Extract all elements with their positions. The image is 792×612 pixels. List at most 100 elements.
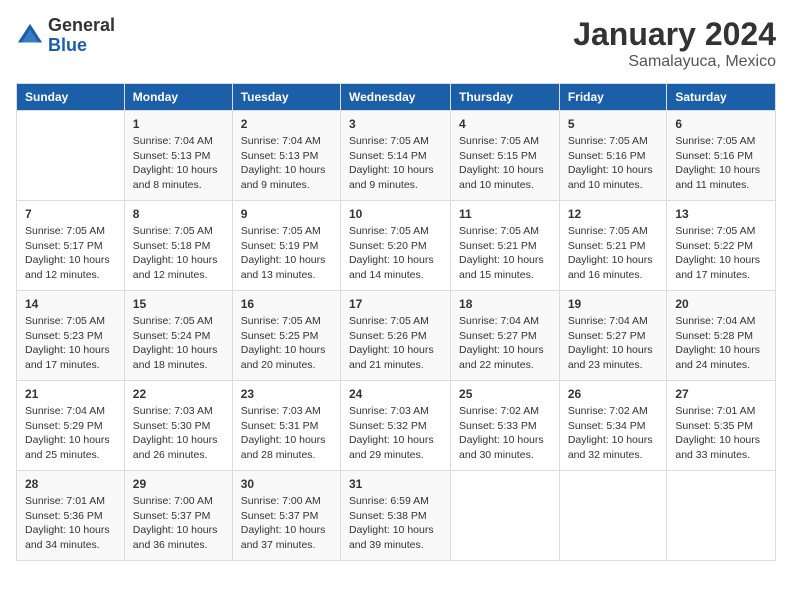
day-info: Sunrise: 7:04 AMSunset: 5:29 PMDaylight:… bbox=[25, 404, 116, 463]
day-number: 11 bbox=[459, 207, 551, 221]
logo-icon bbox=[16, 22, 44, 50]
calendar-cell: 7Sunrise: 7:05 AMSunset: 5:17 PMDaylight… bbox=[17, 201, 125, 291]
week-row-3: 14Sunrise: 7:05 AMSunset: 5:23 PMDayligh… bbox=[17, 291, 776, 381]
day-info: Sunrise: 7:04 AMSunset: 5:27 PMDaylight:… bbox=[568, 314, 659, 373]
calendar-cell bbox=[559, 471, 667, 561]
day-number: 12 bbox=[568, 207, 659, 221]
header-monday: Monday bbox=[124, 84, 232, 111]
calendar-cell: 1 Sunrise: 7:04 AMSunset: 5:13 PMDaylight… bbox=[124, 111, 232, 201]
day-number: 6 bbox=[675, 117, 767, 131]
day-info: Sunrise: 7:02 AMSunset: 5:34 PMDaylight:… bbox=[568, 404, 659, 463]
day-number: 5 bbox=[568, 117, 659, 131]
day-info: Sunrise: 7:03 AMSunset: 5:32 PMDaylight:… bbox=[349, 404, 442, 463]
calendar-cell: 30 Sunrise: 7:00 AMSunset: 5:37 PMDayligh… bbox=[232, 471, 340, 561]
day-number: 10 bbox=[349, 207, 442, 221]
calendar-cell: 15Sunrise: 7:05 AMSunset: 5:24 PMDayligh… bbox=[124, 291, 232, 381]
day-number: 18 bbox=[459, 297, 551, 311]
day-info: Sunrise: 7:04 AMSunset: 5:13 PMDaylight:… bbox=[241, 134, 332, 193]
day-info: Sunrise: 7:05 AMSunset: 5:22 PMDaylight:… bbox=[675, 224, 767, 283]
day-number: 1 bbox=[133, 117, 224, 131]
calendar-cell: 20 Sunrise: 7:04 AMSunset: 5:28 PMDayligh… bbox=[667, 291, 776, 381]
calendar-cell: 19 Sunrise: 7:04 AMSunset: 5:27 PMDayligh… bbox=[559, 291, 667, 381]
day-number: 22 bbox=[133, 387, 224, 401]
day-number: 20 bbox=[675, 297, 767, 311]
calendar-cell: 24Sunrise: 7:03 AMSunset: 5:32 PMDayligh… bbox=[340, 381, 450, 471]
location-text: Samalayuca, Mexico bbox=[573, 53, 776, 71]
calendar-cell: 18 Sunrise: 7:04 AMSunset: 5:27 PMDayligh… bbox=[451, 291, 560, 381]
logo-blue-text: Blue bbox=[48, 36, 115, 56]
day-info: Sunrise: 7:00 AMSunset: 5:37 PMDaylight:… bbox=[133, 494, 224, 553]
calendar-cell: 26 Sunrise: 7:02 AMSunset: 5:34 PMDayligh… bbox=[559, 381, 667, 471]
day-number: 7 bbox=[25, 207, 116, 221]
day-info: Sunrise: 7:04 AMSunset: 5:13 PMDaylight:… bbox=[133, 134, 224, 193]
day-info: Sunrise: 7:05 AMSunset: 5:26 PMDaylight:… bbox=[349, 314, 442, 373]
day-number: 17 bbox=[349, 297, 442, 311]
day-info: Sunrise: 7:05 AMSunset: 5:25 PMDaylight:… bbox=[241, 314, 332, 373]
day-info: Sunrise: 7:05 AMSunset: 5:19 PMDaylight:… bbox=[241, 224, 332, 283]
day-info: Sunrise: 7:01 AMSunset: 5:36 PMDaylight:… bbox=[25, 494, 116, 553]
day-info: Sunrise: 7:05 AMSunset: 5:15 PMDaylight:… bbox=[459, 134, 551, 193]
calendar-table: SundayMondayTuesdayWednesdayThursdayFrid… bbox=[16, 83, 776, 561]
header-saturday: Saturday bbox=[667, 84, 776, 111]
day-number: 26 bbox=[568, 387, 659, 401]
calendar-cell bbox=[17, 111, 125, 201]
calendar-header: SundayMondayTuesdayWednesdayThursdayFrid… bbox=[17, 84, 776, 111]
calendar-cell: 10Sunrise: 7:05 AMSunset: 5:20 PMDayligh… bbox=[340, 201, 450, 291]
calendar-cell: 14Sunrise: 7:05 AMSunset: 5:23 PMDayligh… bbox=[17, 291, 125, 381]
day-info: Sunrise: 6:59 AMSunset: 5:38 PMDaylight:… bbox=[349, 494, 442, 553]
day-number: 21 bbox=[25, 387, 116, 401]
calendar-cell: 2 Sunrise: 7:04 AMSunset: 5:13 PMDaylight… bbox=[232, 111, 340, 201]
day-number: 30 bbox=[241, 477, 332, 491]
day-info: Sunrise: 7:00 AMSunset: 5:37 PMDaylight:… bbox=[241, 494, 332, 553]
header-wednesday: Wednesday bbox=[340, 84, 450, 111]
header-row: SundayMondayTuesdayWednesdayThursdayFrid… bbox=[17, 84, 776, 111]
logo-general-text: General bbox=[48, 16, 115, 36]
day-number: 27 bbox=[675, 387, 767, 401]
day-info: Sunrise: 7:05 AMSunset: 5:18 PMDaylight:… bbox=[133, 224, 224, 283]
calendar-cell: 16 Sunrise: 7:05 AMSunset: 5:25 PMDayligh… bbox=[232, 291, 340, 381]
day-number: 25 bbox=[459, 387, 551, 401]
day-info: Sunrise: 7:05 AMSunset: 5:24 PMDaylight:… bbox=[133, 314, 224, 373]
day-info: Sunrise: 7:05 AMSunset: 5:21 PMDaylight:… bbox=[459, 224, 551, 283]
day-info: Sunrise: 7:05 AMSunset: 5:16 PMDaylight:… bbox=[675, 134, 767, 193]
calendar-cell: 29 Sunrise: 7:00 AMSunset: 5:37 PMDayligh… bbox=[124, 471, 232, 561]
day-info: Sunrise: 7:05 AMSunset: 5:14 PMDaylight:… bbox=[349, 134, 442, 193]
week-row-4: 21 Sunrise: 7:04 AMSunset: 5:29 PMDayligh… bbox=[17, 381, 776, 471]
day-info: Sunrise: 7:02 AMSunset: 5:33 PMDaylight:… bbox=[459, 404, 551, 463]
header-sunday: Sunday bbox=[17, 84, 125, 111]
day-number: 9 bbox=[241, 207, 332, 221]
day-number: 16 bbox=[241, 297, 332, 311]
calendar-body: 1 Sunrise: 7:04 AMSunset: 5:13 PMDaylight… bbox=[17, 111, 776, 561]
day-number: 3 bbox=[349, 117, 442, 131]
calendar-cell: 9 Sunrise: 7:05 AMSunset: 5:19 PMDaylight… bbox=[232, 201, 340, 291]
day-number: 14 bbox=[25, 297, 116, 311]
calendar-cell: 5Sunrise: 7:05 AMSunset: 5:16 PMDaylight… bbox=[559, 111, 667, 201]
calendar-cell: 17 Sunrise: 7:05 AMSunset: 5:26 PMDayligh… bbox=[340, 291, 450, 381]
day-info: Sunrise: 7:04 AMSunset: 5:27 PMDaylight:… bbox=[459, 314, 551, 373]
calendar-cell: 22Sunrise: 7:03 AMSunset: 5:30 PMDayligh… bbox=[124, 381, 232, 471]
day-number: 13 bbox=[675, 207, 767, 221]
day-number: 4 bbox=[459, 117, 551, 131]
calendar-cell: 27 Sunrise: 7:01 AMSunset: 5:35 PMDayligh… bbox=[667, 381, 776, 471]
calendar-cell: 23Sunrise: 7:03 AMSunset: 5:31 PMDayligh… bbox=[232, 381, 340, 471]
header-thursday: Thursday bbox=[451, 84, 560, 111]
page-header: General Blue January 2024 Samalayuca, Me… bbox=[16, 16, 776, 71]
calendar-cell: 21 Sunrise: 7:04 AMSunset: 5:29 PMDayligh… bbox=[17, 381, 125, 471]
day-number: 2 bbox=[241, 117, 332, 131]
day-info: Sunrise: 7:05 AMSunset: 5:21 PMDaylight:… bbox=[568, 224, 659, 283]
week-row-2: 7Sunrise: 7:05 AMSunset: 5:17 PMDaylight… bbox=[17, 201, 776, 291]
day-number: 19 bbox=[568, 297, 659, 311]
calendar-cell: 3 Sunrise: 7:05 AMSunset: 5:14 PMDaylight… bbox=[340, 111, 450, 201]
day-info: Sunrise: 7:04 AMSunset: 5:28 PMDaylight:… bbox=[675, 314, 767, 373]
week-row-5: 28 Sunrise: 7:01 AMSunset: 5:36 PMDayligh… bbox=[17, 471, 776, 561]
day-number: 31 bbox=[349, 477, 442, 491]
calendar-cell: 4 Sunrise: 7:05 AMSunset: 5:15 PMDaylight… bbox=[451, 111, 560, 201]
calendar-cell: 11 Sunrise: 7:05 AMSunset: 5:21 PMDayligh… bbox=[451, 201, 560, 291]
week-row-1: 1 Sunrise: 7:04 AMSunset: 5:13 PMDaylight… bbox=[17, 111, 776, 201]
day-number: 29 bbox=[133, 477, 224, 491]
month-title: January 2024 bbox=[573, 16, 776, 53]
day-info: Sunrise: 7:01 AMSunset: 5:35 PMDaylight:… bbox=[675, 404, 767, 463]
calendar-cell: 31 Sunrise: 6:59 AMSunset: 5:38 PMDayligh… bbox=[340, 471, 450, 561]
title-block: January 2024 Samalayuca, Mexico bbox=[573, 16, 776, 71]
day-number: 28 bbox=[25, 477, 116, 491]
